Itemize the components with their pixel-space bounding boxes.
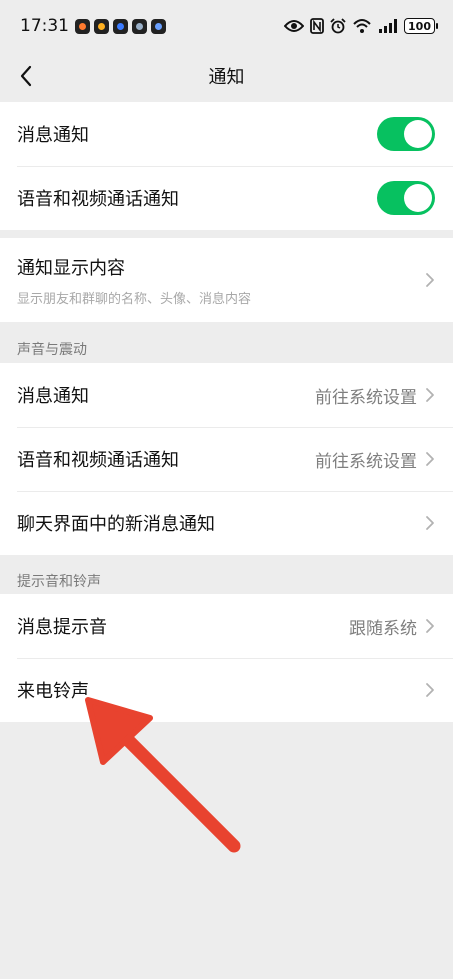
chevron-right-icon bbox=[425, 515, 435, 531]
chevron-right-icon bbox=[425, 618, 435, 634]
sound-message-notification-cell[interactable]: 消息通知 前往系统设置 bbox=[0, 363, 453, 427]
chevron-right-icon bbox=[425, 682, 435, 698]
cell-label: 语音和视频通话通知 bbox=[17, 189, 179, 210]
system-status-icons: 100 bbox=[284, 18, 438, 34]
navigation-bar: 通知 bbox=[0, 52, 453, 100]
notification-icons bbox=[75, 18, 166, 34]
cell-label: 通知显示内容 bbox=[17, 257, 125, 279]
notification-display-content-cell[interactable]: 通知显示内容 显示朋友和群聊的名称、头像、消息内容 bbox=[0, 238, 453, 322]
cell-label: 消息通知 bbox=[17, 125, 89, 146]
app-notification-icon bbox=[75, 18, 90, 34]
cell-right bbox=[417, 682, 435, 698]
status-time: 17:31 bbox=[20, 16, 69, 36]
eye-icon bbox=[284, 18, 305, 34]
cell-label: 聊天界面中的新消息通知 bbox=[17, 514, 215, 535]
cell-value: 前往系统设置 bbox=[315, 451, 417, 472]
ringtone-group: 消息提示音 跟随系统 来电铃声 bbox=[0, 594, 453, 722]
sound-group: 消息通知 前往系统设置 语音和视频通话通知 前往系统设置 聊天界面中的新消息通知 bbox=[0, 363, 453, 555]
cell-text: 通知显示内容 显示朋友和群聊的名称、头像、消息内容 bbox=[17, 254, 251, 307]
chevron-right-icon bbox=[425, 387, 435, 403]
signal-icon bbox=[378, 18, 398, 34]
message-notification-toggle[interactable] bbox=[377, 117, 435, 151]
cell-value: 跟随系统 bbox=[349, 618, 417, 639]
app-notification-icon bbox=[94, 18, 109, 34]
page-title: 通知 bbox=[208, 67, 245, 88]
message-tone-cell[interactable]: 消息提示音 跟随系统 bbox=[0, 594, 453, 658]
toggle-knob bbox=[404, 120, 432, 148]
call-notification-toggle[interactable] bbox=[377, 181, 435, 215]
cell-label: 消息提示音 bbox=[17, 617, 107, 638]
app-notification-icon bbox=[113, 18, 128, 34]
cell-label: 来电铃声 bbox=[17, 681, 89, 702]
app-notification-icon bbox=[151, 18, 166, 34]
cell-right bbox=[377, 181, 435, 215]
cell-right: 跟随系统 bbox=[349, 614, 435, 639]
call-notification-cell: 语音和视频通话通知 bbox=[0, 166, 453, 230]
message-notification-cell: 消息通知 bbox=[0, 102, 453, 166]
cell-right: 前往系统设置 bbox=[315, 383, 435, 408]
chat-new-message-notification-cell[interactable]: 聊天界面中的新消息通知 bbox=[0, 491, 453, 555]
status-bar: 17:31 100 bbox=[0, 0, 453, 52]
back-button[interactable] bbox=[10, 60, 42, 92]
alarm-icon bbox=[330, 18, 346, 34]
cell-right bbox=[417, 515, 435, 531]
chevron-right-icon bbox=[425, 272, 435, 288]
sound-call-notification-cell[interactable]: 语音和视频通话通知 前往系统设置 bbox=[0, 427, 453, 491]
cell-right bbox=[425, 272, 435, 288]
cell-label: 语音和视频通话通知 bbox=[17, 450, 179, 471]
toggle-group: 消息通知 语音和视频通话通知 bbox=[0, 102, 453, 230]
nfc-icon bbox=[310, 18, 324, 34]
battery-indicator: 100 bbox=[404, 18, 438, 34]
cell-subtitle: 显示朋友和群聊的名称、头像、消息内容 bbox=[17, 291, 252, 307]
toggle-knob bbox=[404, 184, 432, 212]
wifi-icon bbox=[352, 18, 372, 34]
app-notification-icon bbox=[132, 18, 147, 34]
section-header-ringtone: 提示音和铃声 bbox=[17, 574, 101, 590]
section-header-sound: 声音与震动 bbox=[17, 342, 87, 358]
cell-label: 消息通知 bbox=[17, 386, 89, 407]
incoming-call-ringtone-cell[interactable]: 来电铃声 bbox=[0, 658, 453, 722]
cell-right bbox=[377, 117, 435, 151]
chevron-right-icon bbox=[425, 451, 435, 467]
display-content-group: 通知显示内容 显示朋友和群聊的名称、头像、消息内容 bbox=[0, 238, 453, 322]
settings-notifications-page: 17:31 100 通知 消息通知 语音和视频通话通知 通知显示内容 显示朋友和… bbox=[0, 0, 453, 979]
cell-right: 前往系统设置 bbox=[315, 447, 435, 472]
cell-value: 前往系统设置 bbox=[315, 387, 417, 408]
chevron-left-icon bbox=[20, 65, 32, 87]
